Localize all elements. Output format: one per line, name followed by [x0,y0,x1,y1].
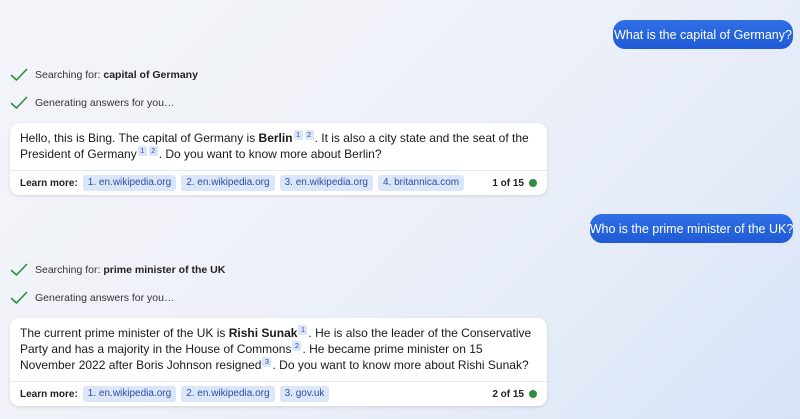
searching-label: Searching for: [35,69,101,81]
searching-status: Searching for: prime minister of the UK [10,263,225,277]
answer-text-part: Hello, this is Bing. The capital of Germ… [20,131,259,145]
source-link[interactable]: 3. gov.uk [279,386,330,402]
citation-marker[interactable]: 2 [292,341,302,351]
source-link[interactable]: 2. en.wikipedia.org [181,175,275,191]
learn-more-bar: Learn more: 1. en.wikipedia.org 2. en.wi… [10,381,547,406]
status-dot-icon [529,179,537,187]
answer-highlight: Berlin [258,131,293,145]
citation-marker[interactable]: 2 [304,130,314,140]
response-counter: 1 of 15 [492,178,537,189]
user-message-bubble: Who is the prime minister of the UK? [590,214,793,243]
generating-label: Generating answers for you… [35,97,175,109]
source-link[interactable]: 1. en.wikipedia.org [82,386,177,402]
source-link[interactable]: 4. britannica.com [377,175,465,191]
citation-marker[interactable]: 1 [298,325,308,335]
status-dot-icon [529,390,537,398]
response-counter: 2 of 15 [492,389,537,400]
user-message-text: Who is the prime minister of the UK? [589,221,794,236]
answer-text[interactable]: The current prime minister of the UK is … [10,318,547,381]
generating-status: Generating answers for you… [10,291,174,305]
generating-status: Generating answers for you… [10,96,174,110]
checkmark-icon [10,263,28,276]
checkmark-icon [10,68,28,81]
citation-marker[interactable]: 1 [137,146,147,156]
response-counter-text: 2 of 15 [492,388,524,400]
generating-label: Generating answers for you… [35,292,175,304]
answer-text[interactable]: Hello, this is Bing. The capital of Germ… [10,123,547,170]
answer-card: Hello, this is Bing. The capital of Germ… [10,123,547,195]
user-message-text: What is the capital of Germany? [614,27,792,42]
searching-label: Searching for: [35,264,101,276]
learn-more-bar: Learn more: 1. en.wikipedia.org 2. en.wi… [10,170,547,195]
answer-highlight: Rishi Sunak [228,326,298,340]
citation-marker[interactable]: 3 [262,357,272,367]
answer-text-part: . Do you want to know more about Rishi S… [272,358,529,372]
source-link[interactable]: 1. en.wikipedia.org [82,175,177,191]
learn-more-label: Learn more: [20,177,78,189]
answer-text-part: The current prime minister of the UK is [20,326,229,340]
citation-marker[interactable]: 1 [293,130,303,140]
user-message-bubble: What is the capital of Germany? [613,20,793,49]
searching-term: prime minister of the UK [103,264,226,276]
answer-card: The current prime minister of the UK is … [10,318,547,406]
searching-term: capital of Germany [103,69,198,81]
checkmark-icon [10,96,28,109]
source-link[interactable]: 2. en.wikipedia.org [181,386,275,402]
checkmark-icon [10,291,28,304]
searching-status: Searching for: capital of Germany [10,68,198,82]
citation-marker[interactable]: 2 [148,146,158,156]
response-counter-text: 1 of 15 [492,177,524,189]
answer-text-part: . Do you want to know more about Berlin? [158,147,382,161]
source-link[interactable]: 3. en.wikipedia.org [279,175,373,191]
learn-more-label: Learn more: [20,388,78,400]
